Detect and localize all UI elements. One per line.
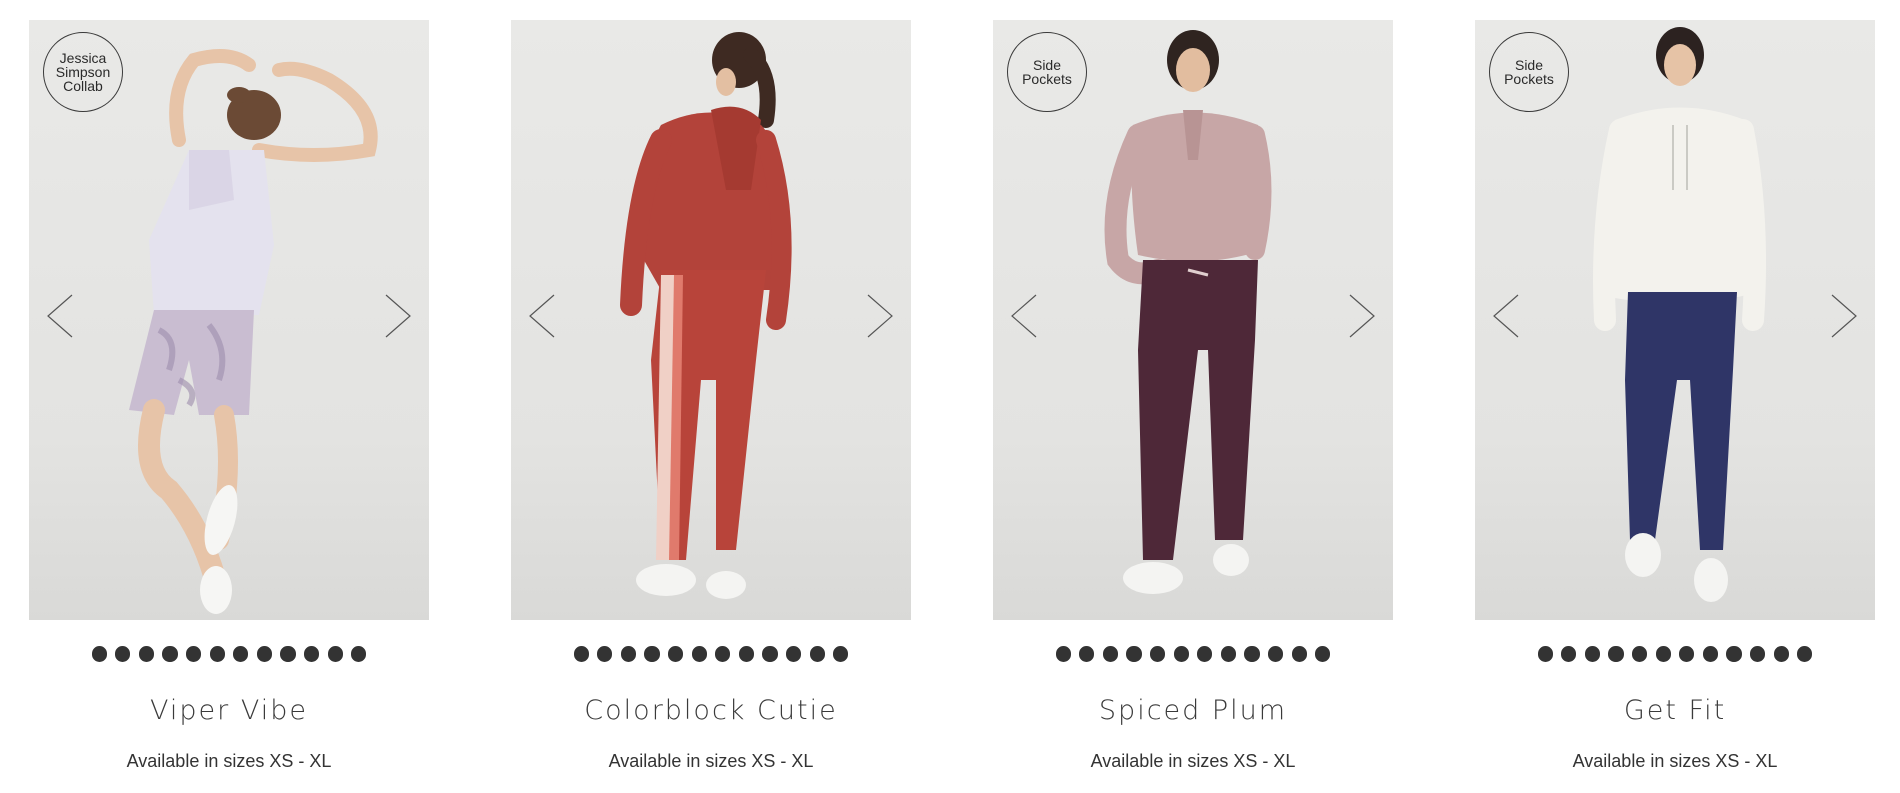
carousel-dot[interactable]: [280, 646, 296, 662]
product-name[interactable]: Spiced Plum: [993, 695, 1393, 726]
carousel-dot[interactable]: [620, 646, 637, 662]
carousel-dot[interactable]: [351, 646, 367, 662]
product-image[interactable]: Jessica Simpson Collab: [29, 20, 429, 620]
carousel-dot[interactable]: [185, 646, 202, 662]
carousel-dots: [993, 644, 1393, 664]
carousel-dots: [511, 644, 911, 664]
carousel-dot[interactable]: [667, 646, 684, 662]
carousel-dot[interactable]: [233, 646, 249, 662]
product-sizes: Available in sizes XS - XL: [1090, 751, 1296, 771]
product-name[interactable]: Get Fit: [1475, 695, 1875, 726]
product-card[interactable]: Side Pockets Spiced Plum Available in si…: [993, 20, 1393, 780]
carousel-dot[interactable]: [327, 646, 343, 662]
model-figure-2: [620, 32, 792, 599]
chevron-left-icon[interactable]: [525, 292, 559, 340]
carousel-dot[interactable]: [1631, 646, 1648, 662]
product-card[interactable]: Jessica Simpson Collab Viper Vibe Availa…: [29, 20, 429, 780]
feature-badge: Side Pockets: [1007, 32, 1087, 112]
product-sizes: Available in sizes XS - XL: [608, 751, 814, 771]
carousel-dot[interactable]: [1244, 646, 1260, 662]
carousel-dots: [1475, 644, 1875, 664]
feature-badge: Jessica Simpson Collab: [43, 32, 123, 112]
carousel-dot[interactable]: [809, 646, 825, 662]
carousel-dot[interactable]: [138, 646, 155, 662]
carousel-dot[interactable]: [1561, 646, 1577, 662]
carousel-dot[interactable]: [1584, 646, 1601, 662]
feature-badge: Side Pockets: [1489, 32, 1569, 112]
carousel-dot[interactable]: [1537, 646, 1553, 662]
carousel-dot[interactable]: [1267, 646, 1284, 662]
carousel-dot[interactable]: [1102, 646, 1119, 662]
carousel-dot[interactable]: [1679, 646, 1695, 662]
carousel-dot[interactable]: [1055, 646, 1071, 662]
carousel-dot[interactable]: [1749, 646, 1766, 662]
carousel-dot[interactable]: [1220, 646, 1237, 662]
carousel-dot[interactable]: [91, 646, 107, 662]
carousel-dot[interactable]: [785, 646, 802, 662]
chevron-left-icon[interactable]: [1489, 292, 1523, 340]
chevron-left-icon[interactable]: [1007, 292, 1041, 340]
carousel-dot[interactable]: [1726, 646, 1742, 662]
product-name[interactable]: Colorblock Cutie: [511, 695, 911, 726]
product-image[interactable]: Side Pockets: [993, 20, 1393, 620]
chevron-left-icon[interactable]: [43, 292, 77, 340]
carousel-dot[interactable]: [1126, 646, 1142, 662]
product-name[interactable]: Viper Vibe: [29, 695, 429, 726]
product-card[interactable]: Colorblock Cutie Available in sizes XS -…: [511, 20, 911, 780]
carousel-dot[interactable]: [715, 646, 731, 662]
carousel-dot[interactable]: [1797, 646, 1813, 662]
chevron-right-icon[interactable]: [1345, 292, 1379, 340]
product-sizes: Available in sizes XS - XL: [126, 751, 332, 771]
carousel-dot[interactable]: [1079, 646, 1095, 662]
carousel-dot[interactable]: [1702, 646, 1719, 662]
carousel-dot[interactable]: [597, 646, 613, 662]
product-image[interactable]: Side Pockets: [1475, 20, 1875, 620]
carousel-dot[interactable]: [1773, 646, 1789, 662]
carousel-dot[interactable]: [1149, 646, 1166, 662]
carousel-dot[interactable]: [738, 646, 755, 662]
product-image[interactable]: [511, 20, 911, 620]
carousel-dot[interactable]: [162, 646, 178, 662]
carousel-dot[interactable]: [115, 646, 131, 662]
carousel-dot[interactable]: [573, 646, 589, 662]
carousel-dot[interactable]: [691, 646, 707, 662]
carousel-dot[interactable]: [1173, 646, 1189, 662]
product-sizes: Available in sizes XS - XL: [1572, 751, 1778, 771]
chevron-right-icon[interactable]: [381, 292, 415, 340]
product-grid: Jessica Simpson Collab Viper Vibe Availa…: [0, 0, 1900, 793]
carousel-dot[interactable]: [1315, 646, 1331, 662]
chevron-right-icon[interactable]: [863, 292, 897, 340]
carousel-dot[interactable]: [209, 646, 225, 662]
carousel-dot[interactable]: [1197, 646, 1213, 662]
product-card[interactable]: Side Pockets Get Fit Available in sizes …: [1475, 20, 1875, 780]
carousel-dot[interactable]: [1291, 646, 1307, 662]
carousel-dot[interactable]: [644, 646, 660, 662]
carousel-dot[interactable]: [303, 646, 320, 662]
carousel-dot[interactable]: [1608, 646, 1624, 662]
chevron-right-icon[interactable]: [1827, 292, 1861, 340]
carousel-dot[interactable]: [762, 646, 778, 662]
carousel-dot[interactable]: [256, 646, 273, 662]
carousel-dot[interactable]: [1655, 646, 1671, 662]
carousel-dots: [29, 644, 429, 664]
carousel-dot[interactable]: [833, 646, 849, 662]
